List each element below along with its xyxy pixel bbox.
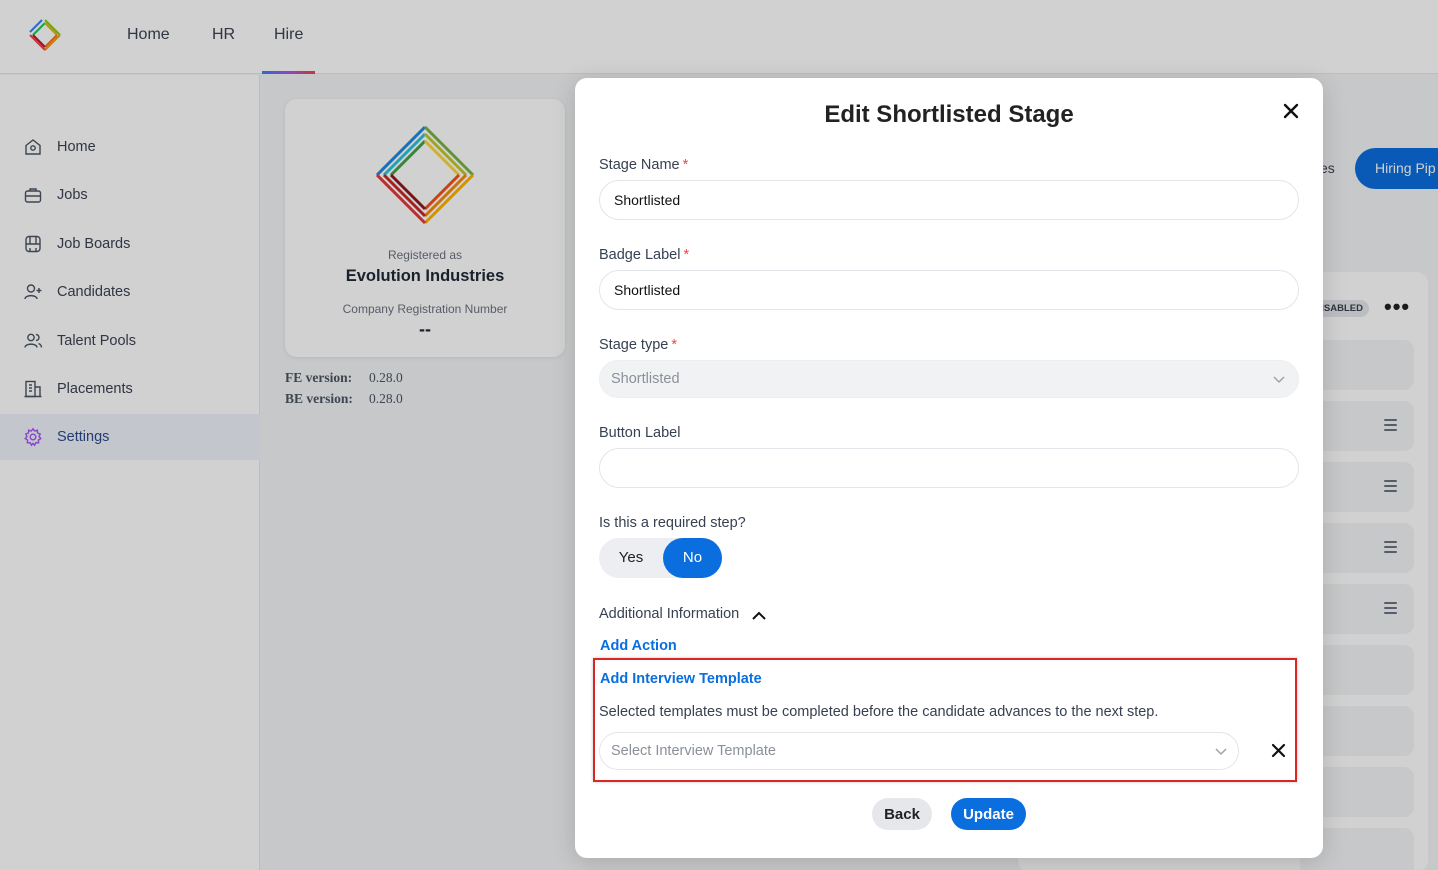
- badge-label-input[interactable]: [599, 270, 1299, 310]
- required-marker: *: [683, 247, 690, 263]
- required-marker: *: [682, 157, 689, 173]
- back-button[interactable]: Back: [872, 798, 932, 830]
- stage-name-label: Stage Name *: [599, 157, 689, 173]
- required-step-toggle: Yes No: [599, 538, 722, 578]
- close-icon[interactable]: [1280, 100, 1302, 122]
- button-label-input[interactable]: [599, 448, 1299, 488]
- chevron-down-icon: [1215, 748, 1227, 756]
- stage-type-select: Shortlisted: [599, 360, 1299, 398]
- stage-name-input[interactable]: [599, 180, 1299, 220]
- interview-template-placeholder: Select Interview Template: [611, 743, 776, 759]
- add-action-link[interactable]: Add Action: [600, 638, 677, 654]
- remove-template-icon[interactable]: [1270, 742, 1287, 759]
- additional-information-toggle[interactable]: Additional Information: [599, 606, 739, 622]
- required-step-no[interactable]: No: [663, 538, 722, 578]
- update-button[interactable]: Update: [951, 798, 1026, 830]
- required-marker: *: [671, 337, 677, 353]
- chevron-up-icon[interactable]: [751, 608, 767, 624]
- chevron-down-icon: [1273, 376, 1285, 384]
- add-interview-template-link[interactable]: Add Interview Template: [600, 671, 762, 687]
- interview-template-select[interactable]: Select Interview Template: [599, 732, 1239, 770]
- stage-type-label: Stage type *: [599, 337, 677, 353]
- template-help-text: Selected templates must be completed bef…: [599, 704, 1159, 720]
- modal-title: Edit Shortlisted Stage: [824, 101, 1074, 128]
- required-step-yes[interactable]: Yes: [599, 538, 663, 578]
- badge-label-label: Badge Label *: [599, 247, 690, 263]
- required-step-label: Is this a required step?: [599, 515, 746, 531]
- button-label-label: Button Label: [599, 425, 681, 441]
- edit-stage-modal: Edit Shortlisted Stage Stage Name* Badge…: [575, 78, 1323, 858]
- stage-type-value: Shortlisted: [611, 371, 680, 387]
